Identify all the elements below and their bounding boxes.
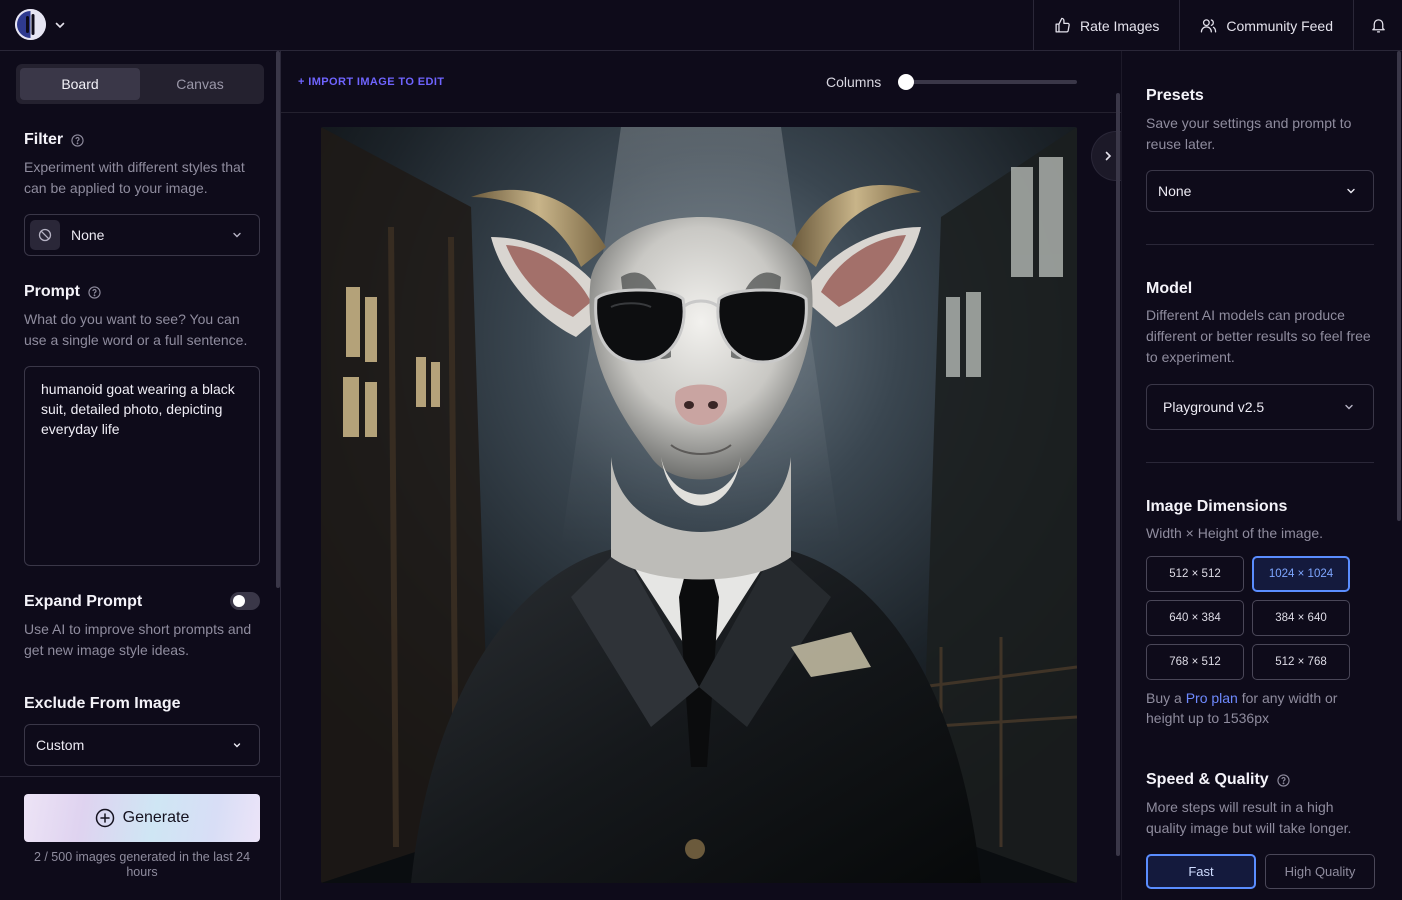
columns-slider-thumb[interactable] [898, 74, 914, 90]
app-logo [15, 9, 46, 40]
left-scrollbar[interactable] [276, 51, 280, 588]
quality-option-high[interactable]: High Quality [1265, 854, 1375, 889]
community-feed-button[interactable]: Community Feed [1179, 0, 1353, 51]
pro-plan-link[interactable]: Pro plan [1186, 690, 1238, 706]
dimension-option-512x512[interactable]: 512 × 512 [1146, 556, 1244, 592]
main-board: + IMPORT IMAGE TO EDIT Columns [281, 51, 1123, 900]
right-scrollbar[interactable] [1397, 51, 1401, 521]
rate-images-button[interactable]: Rate Images [1033, 0, 1179, 51]
prompt-description: What do you want to see? You can use a s… [24, 311, 248, 348]
presets-value: None [1158, 183, 1192, 199]
dimensions-title: Image Dimensions [1146, 498, 1288, 515]
model-select[interactable]: Playground v2.5 [1146, 384, 1374, 430]
import-image-link[interactable]: + IMPORT IMAGE TO EDIT [298, 76, 444, 88]
community-feed-label: Community Feed [1226, 17, 1333, 34]
presets-description: Save your settings and prompt to reuse l… [1146, 115, 1352, 152]
dimension-option-384x640[interactable]: 384 × 640 [1252, 600, 1350, 636]
plus-circle-icon [95, 808, 114, 828]
model-title: Model [1146, 280, 1193, 297]
quality-option-fast[interactable]: Fast [1146, 854, 1256, 889]
pro-plan-note: Buy a Pro plan for any width or height u… [1146, 688, 1378, 728]
info-icon[interactable] [88, 285, 101, 299]
dimension-option-512x768[interactable]: 512 × 768 [1252, 644, 1350, 680]
generation-count: 2 / 500 images generated in the last 24 … [33, 850, 251, 879]
rate-images-label: Rate Images [1080, 17, 1160, 34]
tab-canvas[interactable]: Canvas [140, 68, 260, 100]
prompt-title: Prompt [24, 283, 80, 300]
board-scrollbar[interactable] [1116, 93, 1120, 856]
filter-description: Experiment with different styles that ca… [24, 159, 245, 196]
chevron-down-icon [55, 22, 65, 28]
left-settings-panel: Board Canvas Filter Experiment with diff… [0, 51, 281, 776]
generated-image[interactable] [321, 127, 1077, 883]
chevron-down-icon [233, 743, 241, 748]
model-description: Different AI models can produce differen… [1146, 307, 1371, 365]
tab-board[interactable]: Board [20, 68, 140, 100]
expand-prompt-toggle[interactable] [230, 592, 260, 610]
dimension-option-768x512[interactable]: 768 × 512 [1146, 644, 1244, 680]
workspace-switcher[interactable] [15, 9, 66, 40]
dimensions-description: Width × Height of the image. [1146, 525, 1324, 541]
generate-label: Generate [122, 809, 190, 826]
exclude-title: Exclude From Image [24, 695, 181, 712]
expand-prompt-description: Use AI to improve short prompts and get … [24, 621, 252, 658]
no-symbol-icon [38, 228, 52, 242]
chevron-down-icon [1345, 404, 1353, 410]
speed-quality-title: Speed & Quality [1146, 771, 1269, 788]
notifications-button[interactable] [1353, 0, 1402, 51]
filter-none-badge [30, 220, 60, 250]
chevron-down-icon [233, 232, 241, 238]
prompt-heading: Prompt [24, 283, 101, 301]
columns-slider[interactable] [898, 74, 1077, 90]
columns-label: Columns [826, 74, 882, 90]
chevron-down-icon [1347, 188, 1355, 194]
thumbs-up-icon [1055, 17, 1070, 33]
pro-note-prefix: Buy a [1146, 690, 1186, 706]
info-icon[interactable] [1277, 773, 1290, 787]
users-icon [1201, 19, 1217, 33]
model-value: Playground v2.5 [1163, 399, 1265, 415]
prompt-input[interactable]: humanoid goat wearing a black suit, deta… [24, 366, 260, 566]
top-bar: Rate Images Community Feed [0, 0, 1402, 51]
section-divider [1146, 462, 1374, 463]
section-divider [1146, 244, 1374, 245]
filter-select[interactable]: None [24, 214, 260, 256]
speed-quality-heading: Speed & Quality [1146, 771, 1290, 789]
speed-quality-description: More steps will result in a high quality… [1146, 799, 1352, 836]
generate-button[interactable]: Generate [24, 794, 260, 842]
exclude-select[interactable]: Custom [24, 724, 260, 766]
dimension-option-640x384[interactable]: 640 × 384 [1146, 600, 1244, 636]
presets-title: Presets [1146, 87, 1204, 104]
chevron-right-icon [1105, 151, 1111, 161]
expand-prompt-title: Expand Prompt [24, 593, 143, 610]
goat-portrait-image [321, 127, 1077, 883]
filter-heading: Filter [24, 131, 84, 149]
generate-area: Generate 2 / 500 images generated in the… [0, 776, 280, 900]
left-sidebar: Board Canvas Filter Experiment with diff… [0, 51, 281, 900]
filter-value: None [71, 227, 105, 243]
board-toolbar: + IMPORT IMAGE TO EDIT Columns [281, 51, 1121, 113]
info-icon[interactable] [71, 133, 84, 147]
filter-title: Filter [24, 131, 64, 148]
exclude-value: Custom [36, 737, 85, 753]
presets-select[interactable]: None [1146, 170, 1374, 212]
bell-icon [1371, 19, 1385, 33]
mode-toggle: Board Canvas [16, 64, 264, 104]
right-sidebar: Presets Save your settings and prompt to… [1121, 51, 1402, 900]
dimension-option-1024x1024[interactable]: 1024 × 1024 [1252, 556, 1350, 592]
